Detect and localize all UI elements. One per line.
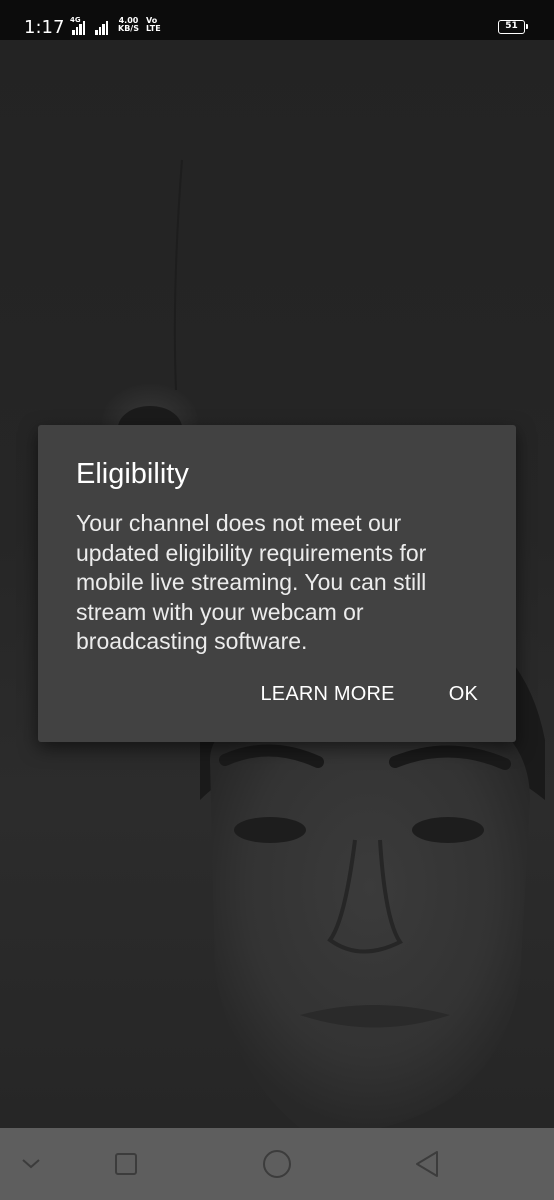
status-time: 1:17 [24, 17, 65, 38]
home-circle-icon[interactable] [254, 1128, 300, 1200]
chevron-down-icon[interactable] [10, 1128, 52, 1200]
signal-icon [72, 20, 85, 35]
ok-button[interactable]: OK [449, 683, 478, 706]
navigation-bar [0, 1128, 554, 1200]
volte-line-2: LTE [146, 24, 161, 33]
learn-more-button[interactable]: LEARN MORE [260, 683, 394, 706]
volte-indicator: Vo LTE [146, 17, 161, 33]
network-speed: 4.00 KB/S [118, 17, 139, 33]
eligibility-dialog: Eligibility Your channel does not meet o… [38, 425, 516, 742]
recents-square-icon[interactable] [104, 1128, 148, 1200]
dialog-actions: LEARN MORE OK [260, 683, 478, 706]
status-bar: 1:17 4G 4.00 KB/S Vo LTE 51 [0, 0, 554, 40]
network-speed-unit: KB/S [118, 24, 139, 33]
dialog-message: Your channel does not meet our updated e… [76, 510, 427, 654]
back-triangle-icon[interactable] [404, 1128, 450, 1200]
battery-level: 51 [505, 21, 518, 31]
signal-icon [95, 20, 108, 35]
battery-icon: 51 [498, 20, 528, 34]
dialog-title: Eligibility [76, 458, 189, 490]
